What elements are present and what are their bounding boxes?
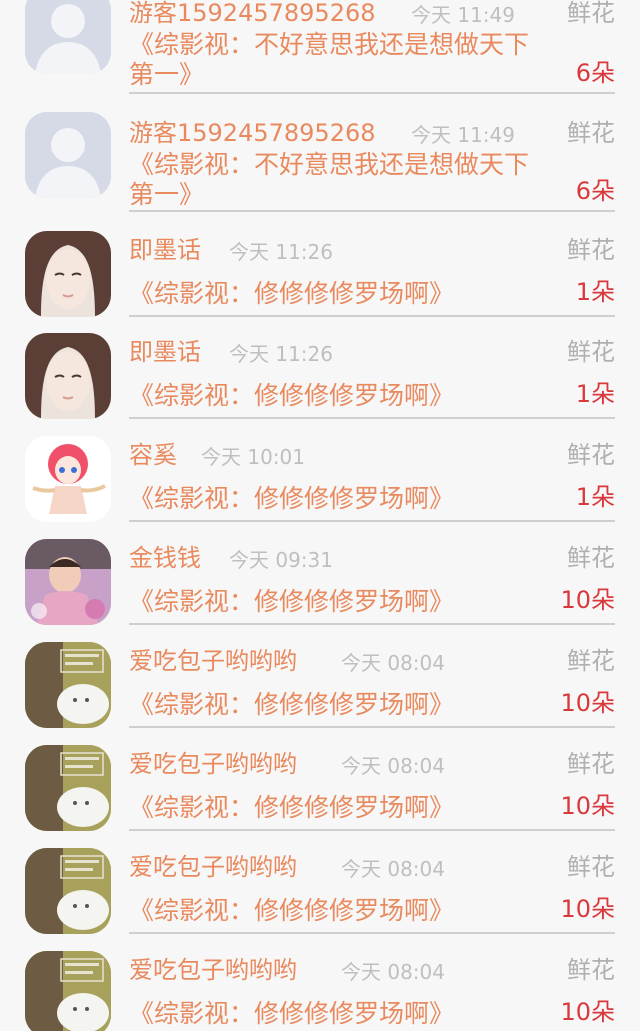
timestamp: 今天 08:04 [341,960,445,984]
timestamp: 今天 11:49 [411,123,515,147]
gift-type-label: 鲜花 [567,750,615,778]
gift-record-row[interactable]: 容奚 今天 10:01 鲜花 《综影视：修修修修罗场啊》 1朵 [0,434,640,524]
gift-type-label: 鲜花 [567,0,615,27]
gift-count: 10朵 [560,689,615,717]
record-content: 即墨话 今天 11:26 鲜花 《综影视：修修修修罗场啊》 1朵 [129,229,615,317]
timestamp: 今天 08:04 [341,651,445,675]
gift-type-label: 鲜花 [567,236,615,264]
work-title[interactable]: 《综影视：修修修修罗场啊》 [129,793,454,823]
gift-record-row[interactable]: 游客1592457895268 今天 11:49 鲜花 《综影视：不好意思我还是… [0,112,640,214]
timestamp: 今天 08:04 [341,754,445,778]
work-title[interactable]: 《综影视：不好意思我还是想做天下第一》 [129,150,549,210]
gift-record-row[interactable]: 爱吃包子哟哟哟 今天 08:04 鲜花 《综影视：修修修修罗场啊》 10朵 [0,949,640,1031]
user-name[interactable]: 即墨话 [129,235,201,265]
timestamp: 今天 10:01 [201,445,305,469]
gift-count: 10朵 [560,998,615,1026]
work-title[interactable]: 《综影视：不好意思我还是想做天下第一》 [129,30,549,90]
user-name[interactable]: 游客1592457895268 [129,0,376,28]
gift-record-row[interactable]: 爱吃包子哟哟哟 今天 08:04 鲜花 《综影视：修修修修罗场啊》 10朵 [0,743,640,833]
work-title[interactable]: 《综影视：修修修修罗场啊》 [129,484,454,514]
record-content: 爱吃包子哟哟哟 今天 08:04 鲜花 《综影视：修修修修罗场啊》 10朵 [129,846,615,934]
gift-record-list: 游客1592457895268 今天 11:49 鲜花 《综影视：不好意思我还是… [0,0,640,1031]
record-content: 游客1592457895268 今天 11:49 鲜花 《综影视：不好意思我还是… [129,112,615,212]
work-title[interactable]: 《综影视：修修修修罗场啊》 [129,279,454,309]
gift-count: 6朵 [575,177,615,205]
default-avatar-icon[interactable] [25,0,111,74]
cats-meme-avatar-icon[interactable] [25,951,111,1031]
gift-record-row[interactable]: 金钱钱 今天 09:31 鲜花 《综影视：修修修修罗场啊》 10朵 [0,537,640,627]
gift-type-label: 鲜花 [567,956,615,984]
record-content: 爱吃包子哟哟哟 今天 08:04 鲜花 《综影视：修修修修罗场啊》 10朵 [129,640,615,728]
user-name[interactable]: 爱吃包子哟哟哟 [129,852,297,882]
timestamp: 今天 11:49 [411,3,515,27]
gift-count: 10朵 [560,586,615,614]
work-title[interactable]: 《综影视：修修修修罗场啊》 [129,896,454,926]
user-name[interactable]: 爱吃包子哟哟哟 [129,646,297,676]
gift-type-label: 鲜花 [567,338,615,366]
gift-type-label: 鲜花 [567,441,615,469]
timestamp: 今天 11:26 [229,240,333,264]
record-content: 爱吃包子哟哟哟 今天 08:04 鲜花 《综影视：修修修修罗场啊》 10朵 [129,743,615,831]
gift-type-label: 鲜花 [567,544,615,572]
user-name[interactable]: 即墨话 [129,337,201,367]
gift-type-label: 鲜花 [567,853,615,881]
woman-portrait-avatar-icon[interactable] [25,333,111,419]
work-title[interactable]: 《综影视：修修修修罗场啊》 [129,587,454,617]
user-name[interactable]: 爱吃包子哟哟哟 [129,955,297,985]
gift-type-label: 鲜花 [567,119,615,147]
record-content: 金钱钱 今天 09:31 鲜花 《综影视：修修修修罗场啊》 10朵 [129,537,615,625]
gift-record-row[interactable]: 即墨话 今天 11:26 鲜花 《综影视：修修修修罗场啊》 1朵 [0,331,640,421]
user-name[interactable]: 容奚 [129,440,177,470]
work-title[interactable]: 《综影视：修修修修罗场啊》 [129,690,454,720]
gift-count: 10朵 [560,792,615,820]
user-name[interactable]: 金钱钱 [129,543,201,573]
record-content: 游客1592457895268 今天 11:49 鲜花 《综影视：不好意思我还是… [129,0,615,94]
woman-portrait-avatar-icon[interactable] [25,231,111,317]
record-content: 即墨话 今天 11:26 鲜花 《综影视：修修修修罗场啊》 1朵 [129,331,615,419]
work-title[interactable]: 《综影视：修修修修罗场啊》 [129,999,454,1029]
gift-count: 10朵 [560,895,615,923]
cats-meme-avatar-icon[interactable] [25,848,111,934]
record-content: 容奚 今天 10:01 鲜花 《综影视：修修修修罗场啊》 1朵 [129,434,615,522]
gift-record-row[interactable]: 游客1592457895268 今天 11:49 鲜花 《综影视：不好意思我还是… [0,0,640,94]
gift-type-label: 鲜花 [567,647,615,675]
anime-girl-avatar-icon[interactable] [25,436,111,522]
work-title[interactable]: 《综影视：修修修修罗场啊》 [129,381,454,411]
timestamp: 今天 08:04 [341,857,445,881]
baby-photo-avatar-icon[interactable] [25,539,111,625]
cats-meme-avatar-icon[interactable] [25,642,111,728]
gift-count: 6朵 [575,59,615,87]
record-content: 爱吃包子哟哟哟 今天 08:04 鲜花 《综影视：修修修修罗场啊》 10朵 [129,949,615,1031]
gift-record-row[interactable]: 爱吃包子哟哟哟 今天 08:04 鲜花 《综影视：修修修修罗场啊》 10朵 [0,640,640,730]
default-avatar-icon[interactable] [25,112,111,198]
gift-record-row[interactable]: 即墨话 今天 11:26 鲜花 《综影视：修修修修罗场啊》 1朵 [0,229,640,319]
gift-count: 1朵 [575,278,615,306]
cats-meme-avatar-icon[interactable] [25,745,111,831]
gift-count: 1朵 [575,380,615,408]
timestamp: 今天 11:26 [229,342,333,366]
user-name[interactable]: 爱吃包子哟哟哟 [129,749,297,779]
user-name[interactable]: 游客1592457895268 [129,118,376,148]
gift-record-row[interactable]: 爱吃包子哟哟哟 今天 08:04 鲜花 《综影视：修修修修罗场啊》 10朵 [0,846,640,936]
gift-count: 1朵 [575,483,615,511]
timestamp: 今天 09:31 [229,548,333,572]
